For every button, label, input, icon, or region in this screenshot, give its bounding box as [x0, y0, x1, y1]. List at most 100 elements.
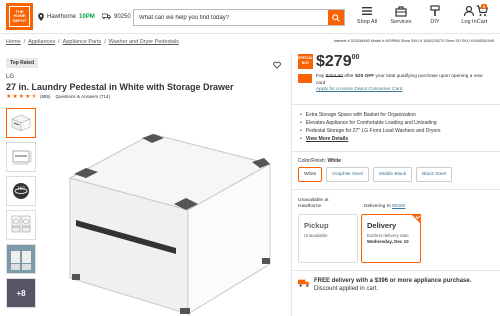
nav-label: Services [390, 19, 412, 25]
color-option-graphite-steel[interactable]: Graphite Steel [326, 167, 369, 182]
thumbnail-5[interactable] [6, 244, 36, 274]
dimensions-thumbnail-image [12, 150, 32, 165]
pickup-status: Unavailable [304, 233, 328, 238]
product-rating[interactable]: ★ ★ ★ ★ ★ (885) Questions & Answers (714… [6, 93, 110, 100]
credit-card-icon [298, 74, 312, 83]
product-title: 27 in. Laundry Pedestal in White with St… [6, 82, 234, 92]
product-price: $279 00 [316, 54, 359, 70]
store-selector[interactable]: Hawthorne 10PM [38, 13, 95, 21]
feature-item-link: View More Details [300, 135, 440, 143]
delivery-option[interactable]: Delivery Earliest delivery date Wednesda… [361, 214, 421, 263]
breadcrumb-separator: / [104, 39, 106, 45]
thumbnail-1[interactable] [6, 108, 36, 138]
feature-item: Pedestal Storage for 27" LG Front Load W… [300, 127, 441, 135]
search-button[interactable] [328, 10, 344, 25]
free-delivery-banner: FREE delivery with a $396 or more applia… [298, 278, 484, 293]
delivery-title: Delivery [367, 221, 397, 230]
washer-dryer-thumbnail-image [11, 215, 31, 233]
card-old-price: $254.00 [325, 74, 343, 79]
card-offer-text: Pay $254.00 after $25 OFF your total qua… [316, 74, 483, 92]
breadcrumb-appliance-parts[interactable]: Appliance Parts [63, 39, 102, 45]
nav-diy[interactable]: DIY [418, 5, 452, 25]
thumbnail-list: 360 +8 [6, 108, 36, 308]
breadcrumb: Home / Appliances / Appliance Parts / Washe… [6, 39, 179, 45]
search-input[interactable] [134, 10, 328, 25]
thumbnail-more[interactable]: +8 [6, 278, 36, 308]
main-product-image[interactable] [56, 108, 284, 316]
breadcrumb-appliances[interactable]: Appliances [28, 39, 55, 45]
section-divider [292, 104, 500, 105]
card-offer: Pay $254.00 after $25 OFF your total qua… [298, 74, 492, 94]
home-depot-logo[interactable]: THE HOME DEPOT [6, 3, 33, 30]
more-images-count: +8 [16, 288, 26, 298]
cart-label: Cart [476, 19, 488, 25]
special-buy-badge: SPECIAL BUY [298, 54, 313, 69]
logo-text: THE HOME DEPOT [9, 6, 30, 27]
color-label-prefix: Color/Finish: [298, 158, 327, 164]
product-brand[interactable]: LG [6, 74, 14, 80]
product-identifiers: Internet # 324336460 Model # WDP6W Store… [333, 39, 494, 43]
free-delivery-rest: Discount applied in cart. [314, 285, 379, 292]
header-nav: Shop All Services DIY Log In [350, 5, 486, 25]
truck-icon [102, 13, 111, 20]
delivery-date: Wednesday, Dec 10 [367, 239, 409, 244]
thumbnail-3[interactable]: 360 [6, 176, 36, 206]
section-divider [292, 189, 500, 190]
feature-list: Extra Storage Space with Basket for Orga… [300, 111, 441, 143]
price-dollars: $279 [316, 53, 352, 70]
color-option-middle-black[interactable]: Middle Black [372, 167, 413, 182]
heart-icon[interactable] [273, 61, 281, 69]
card-after: after [344, 74, 354, 79]
free-delivery-text: FREE delivery with a $396 or more applia… [314, 278, 484, 293]
store-name: Hawthorne [47, 14, 77, 20]
section-divider [292, 270, 500, 271]
column-divider [291, 52, 292, 316]
unavailable-store[interactable]: Hawthorne [298, 204, 328, 210]
delivering-zip[interactable]: 90250 [392, 204, 405, 209]
delivering-label: Delivering to [364, 204, 391, 209]
star-icon: ★ [6, 94, 12, 100]
free-delivery-bold: FREE delivery with a $396 or more applia… [314, 278, 472, 284]
star-icon: ★ [25, 94, 31, 100]
color-option-black-steel[interactable]: Black Steel [416, 167, 453, 182]
search-bar [133, 9, 345, 26]
thumbnail-2[interactable] [6, 142, 36, 172]
zip-selector[interactable]: 90250 [102, 13, 131, 20]
review-count[interactable]: (885) [40, 94, 51, 99]
thumbnail-4[interactable] [6, 210, 36, 240]
360-view-icon: 360 [13, 183, 29, 199]
apply-card-link[interactable]: Apply for a Home Depot Consumer Card [316, 87, 402, 92]
star-icon: ★ [18, 94, 25, 100]
nav-services[interactable]: Services [384, 5, 418, 25]
breadcrumb-home[interactable]: Home [6, 39, 21, 45]
nav-label: DIY [430, 19, 440, 25]
pedestal-thumbnail-image [11, 114, 31, 132]
color-options: White Graphite Steel Middle Black Black … [298, 167, 453, 182]
section-divider [292, 151, 500, 152]
price-block: SPECIAL BUY $279 00 [298, 54, 359, 70]
location-pin-icon [38, 13, 44, 21]
svg-text:360: 360 [17, 186, 25, 191]
cart-button[interactable]: 0 Cart [470, 4, 494, 25]
pickup-title: Pickup [304, 221, 329, 230]
half-star-icon: ★ [31, 94, 37, 100]
questions-answers-link[interactable]: Questions & Answers (714) [55, 94, 110, 99]
feature-item: Elevates Appliance for Comfortable Loadi… [300, 119, 440, 127]
color-label: Color/Finish: White [298, 158, 341, 164]
toolbox-icon [395, 6, 407, 17]
delivery-truck-icon [298, 279, 310, 287]
breadcrumb-separator: / [58, 39, 60, 45]
color-option-white[interactable]: White [298, 167, 323, 182]
breadcrumb-pedestals[interactable]: Washer and Dryer Pedestals [109, 39, 179, 45]
nav-shop-all[interactable]: Shop All [350, 5, 384, 25]
pickup-option[interactable]: Pickup Unavailable [298, 214, 358, 263]
star-icon: ★ [12, 94, 18, 100]
store-hours: 10PM [79, 14, 95, 20]
breadcrumb-separator: / [23, 39, 26, 45]
cart-count-badge: 0 [481, 4, 488, 9]
menu-icon [362, 7, 372, 15]
selected-color: White [327, 158, 342, 164]
store-availability: Unavailable at Hawthorne [298, 198, 328, 210]
price-cents: 00 [351, 54, 360, 61]
view-more-details-link[interactable]: View More Details [306, 136, 348, 142]
